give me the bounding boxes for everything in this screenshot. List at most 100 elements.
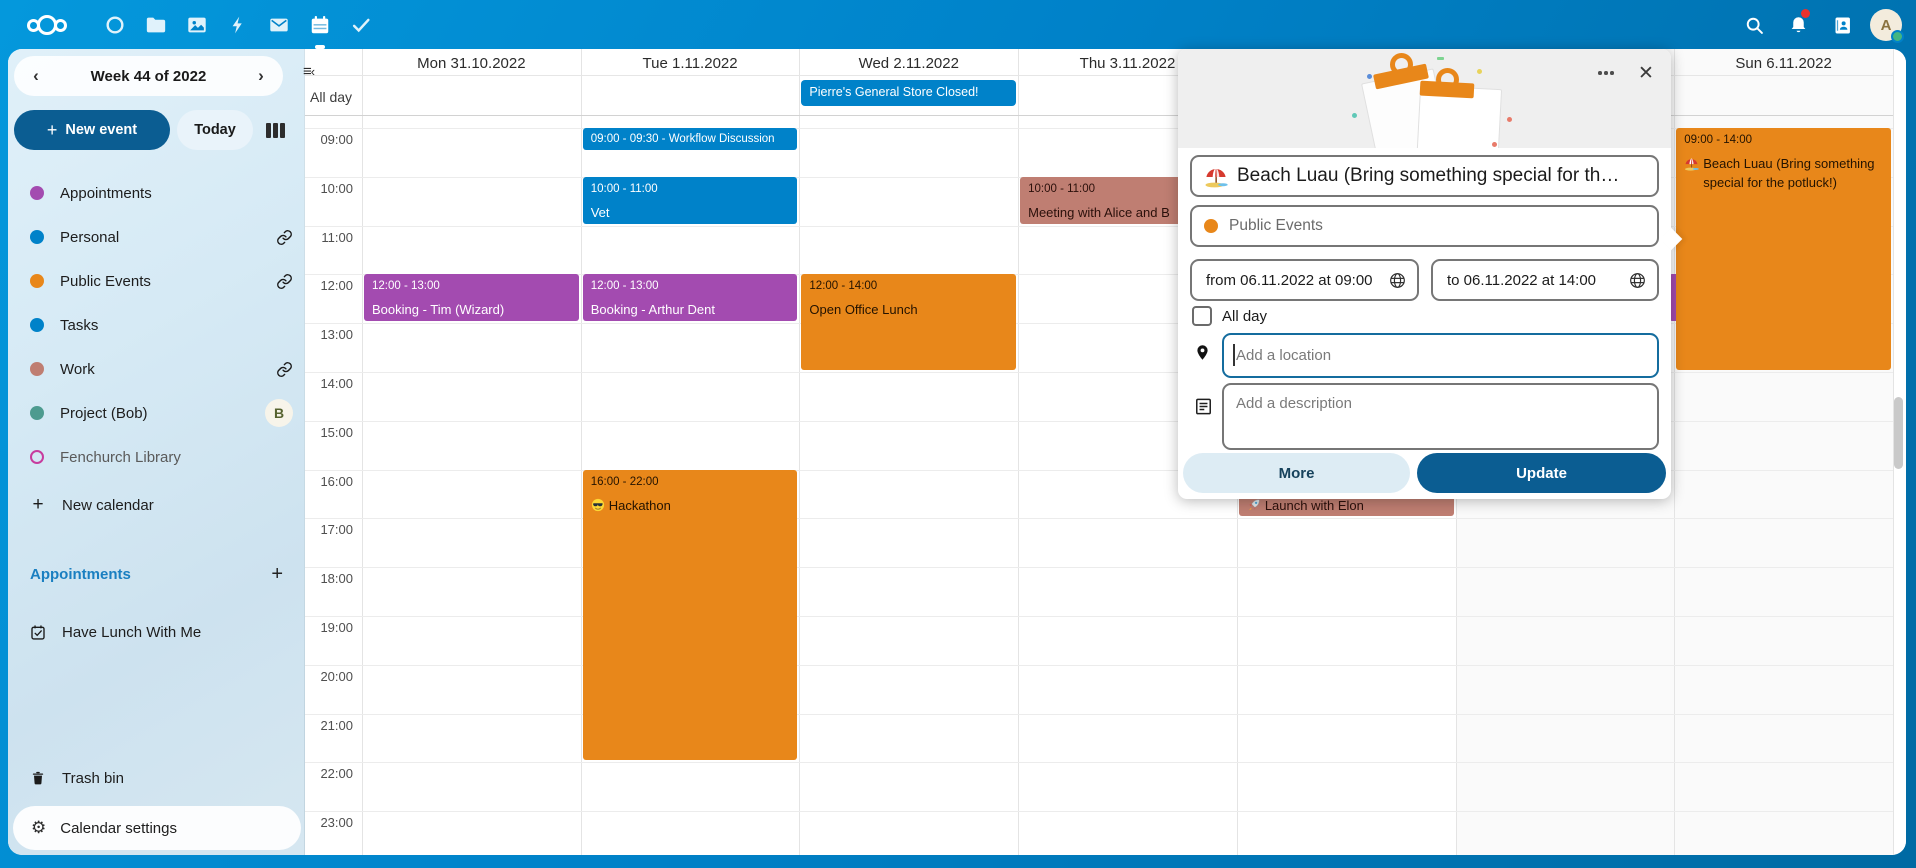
start-datetime-value: from 06.11.2022 at 09:00: [1206, 272, 1373, 289]
plus-icon: +: [30, 494, 46, 516]
calendar-color-dot: [30, 274, 44, 288]
link-icon[interactable]: [276, 273, 293, 290]
vertical-scrollbar-thumb[interactable]: [1894, 397, 1903, 469]
dashboard-app-icon[interactable]: [94, 0, 135, 50]
event-time: 10:00 - 11:00: [591, 183, 790, 195]
hour-label: 20:00: [305, 669, 353, 684]
day-header-mon[interactable]: Mon 31.10.2022: [362, 55, 581, 73]
contacts-icon[interactable]: [1820, 0, 1864, 50]
calendar-check-icon: [30, 623, 46, 642]
all-day-event[interactable]: Pierre's General Store Closed!: [801, 80, 1016, 106]
event-booking-tim-wizard-[interactable]: 12:00 - 13:00Booking - Tim (Wizard): [364, 274, 579, 321]
day-header-sun[interactable]: Sun 6.11.2022: [1674, 55, 1893, 73]
event-title: Open Office Lunch: [809, 300, 1008, 319]
next-week-button[interactable]: ›: [239, 56, 283, 96]
event-beach-luau-bring-something-spe[interactable]: 09:00 - 14:00Beach Luau (Bring something…: [1676, 128, 1891, 370]
hour-label: 11:00: [305, 230, 353, 245]
hour-label: 22:00: [305, 766, 353, 781]
calendar-color-dot: [30, 406, 44, 420]
location-input[interactable]: [1222, 333, 1659, 378]
popup-actions: ✕: [1591, 59, 1661, 87]
trash-bin-button[interactable]: Trash bin: [8, 756, 305, 800]
files-app-icon[interactable]: [135, 0, 176, 50]
photos-app-icon[interactable]: [176, 0, 217, 50]
new-event-button[interactable]: + New event: [14, 110, 170, 150]
all-day-row: All day: [1192, 306, 1267, 326]
gear-icon: ⚙: [31, 818, 46, 838]
description-icon: [1194, 397, 1213, 416]
calendar-item-public-events[interactable]: Public Events: [8, 259, 305, 303]
calendar-select[interactable]: Public Events: [1190, 205, 1659, 247]
more-button[interactable]: More: [1183, 453, 1410, 493]
all-day-checkbox[interactable]: [1192, 306, 1212, 326]
globe-icon[interactable]: [1628, 271, 1647, 290]
column-divider: [362, 49, 363, 855]
event-open-office-lunch[interactable]: 12:00 - 14:00Open Office Lunch: [801, 274, 1016, 370]
app-navigation: [94, 0, 381, 50]
event-vet[interactable]: 10:00 - 11:00Vet: [583, 177, 798, 224]
link-icon[interactable]: [276, 361, 293, 378]
mail-app-icon[interactable]: [258, 0, 299, 50]
event-title: Beach Luau (Bring something special for …: [1684, 154, 1883, 192]
calendar-item-fenchurch-library[interactable]: Fenchurch Library: [8, 435, 305, 479]
avatar-initial: A: [1881, 17, 1892, 34]
kebab-menu-icon[interactable]: [1591, 59, 1621, 87]
calendar-item-appointments[interactable]: Appointments: [8, 171, 305, 215]
description-input[interactable]: [1222, 383, 1659, 450]
add-appointment-button[interactable]: +: [271, 563, 283, 586]
update-button[interactable]: Update: [1417, 453, 1666, 493]
tasks-app-icon[interactable]: [340, 0, 381, 50]
calendar-item-personal[interactable]: Personal: [8, 215, 305, 259]
nextcloud-calendar-app: { "colors": { "brand_blue": "#0082c9", "…: [0, 0, 1916, 868]
close-icon[interactable]: ✕: [1631, 59, 1661, 87]
event-workflow-discussion[interactable]: 09:00 - 09:30 - Workflow Discussion: [583, 128, 798, 150]
calendar-app-icon[interactable]: [299, 0, 340, 50]
search-icon[interactable]: [1732, 0, 1776, 50]
column-divider: [1018, 49, 1019, 855]
day-header-tue[interactable]: Tue 1.11.2022: [581, 55, 800, 73]
previous-week-button[interactable]: ‹: [14, 56, 58, 96]
collapse-all-day-icon[interactable]: ≡‹: [303, 63, 315, 80]
activity-app-icon[interactable]: [217, 0, 258, 50]
nextcloud-logo[interactable]: [16, 15, 78, 35]
event-time: 12:00 - 13:00: [372, 280, 571, 292]
calendar-settings-button[interactable]: ⚙ Calendar settings: [13, 806, 301, 850]
appointment-item[interactable]: Have Lunch With Me: [8, 610, 305, 654]
columns-view-icon[interactable]: [266, 123, 285, 138]
calendar-item-work[interactable]: Work: [8, 347, 305, 391]
event-hackathon[interactable]: 16:00 - 22:00Hackathon: [583, 470, 798, 761]
calendar-item-project-bob-[interactable]: Project (Bob)B: [8, 391, 305, 435]
start-datetime-input[interactable]: from 06.11.2022 at 09:00: [1190, 259, 1419, 301]
hour-gridline: [305, 714, 1893, 715]
bell-icon[interactable]: [1776, 0, 1820, 50]
logo-circle: [37, 15, 57, 35]
event-editor-popup: ✕ Beach Luau (Bring something special fo…: [1178, 49, 1671, 499]
link-icon[interactable]: [276, 229, 293, 246]
calendar-list: AppointmentsPersonal Public Events TasksWo…: [8, 171, 305, 479]
calendar-label: Public Events: [60, 273, 151, 290]
calendar-item-tasks[interactable]: Tasks: [8, 303, 305, 347]
beach-umbrella-emoji-icon: [1204, 164, 1228, 188]
hour-gridline: [305, 665, 1893, 666]
appointments-heading: Appointments +: [30, 563, 283, 586]
hour-gridline: [305, 762, 1893, 763]
day-header-wed[interactable]: Wed 2.11.2022: [799, 55, 1018, 73]
event-booking-arthur-dent[interactable]: 12:00 - 13:00Booking - Arthur Dent: [583, 274, 798, 321]
hour-label: 15:00: [305, 425, 353, 440]
plus-icon: +: [47, 120, 58, 141]
new-calendar-button[interactable]: + New calendar: [8, 483, 305, 527]
online-status-dot: [1891, 30, 1904, 43]
calendar-label: Fenchurch Library: [60, 449, 181, 466]
all-day-label: All day: [1222, 308, 1267, 325]
calendar-select-value: Public Events: [1229, 217, 1323, 235]
topbar: A: [0, 0, 1916, 50]
end-datetime-input[interactable]: to 06.11.2022 at 14:00: [1431, 259, 1659, 301]
today-button[interactable]: Today: [177, 110, 253, 150]
avatar[interactable]: A: [1864, 0, 1908, 50]
sunglasses-emoji-icon: [591, 496, 605, 517]
week-label[interactable]: Week 44 of 2022: [91, 68, 207, 85]
event-title-input[interactable]: Beach Luau (Bring something special for …: [1190, 155, 1659, 197]
popup-buttons: More Update: [1183, 453, 1666, 493]
globe-icon[interactable]: [1388, 271, 1407, 290]
location-pin-icon: [1194, 342, 1211, 363]
